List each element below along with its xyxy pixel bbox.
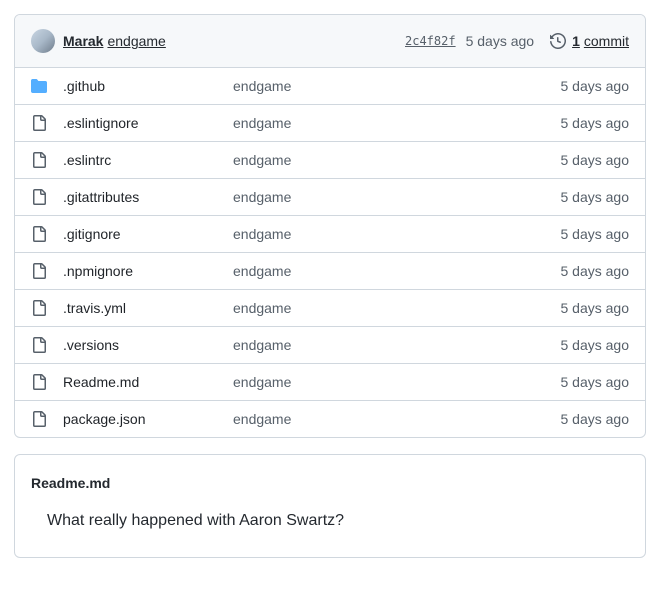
table-row: .github endgame 5 days ago <box>15 68 645 105</box>
file-name-link[interactable]: Readme.md <box>63 374 139 390</box>
file-name-link[interactable]: .eslintrc <box>63 152 111 168</box>
commits-link[interactable]: 1 commit <box>550 33 629 49</box>
table-row: .gitattributes endgame 5 days ago <box>15 179 645 216</box>
history-icon <box>550 33 566 49</box>
file-name-link[interactable]: .eslintignore <box>63 115 139 131</box>
row-age: 5 days ago <box>561 300 630 316</box>
row-commit-message-link[interactable]: endgame <box>233 411 291 427</box>
file-icon <box>31 411 47 427</box>
folder-icon <box>31 78 47 94</box>
table-row: .travis.yml endgame 5 days ago <box>15 290 645 327</box>
row-age: 5 days ago <box>561 226 630 242</box>
file-name-link[interactable]: package.json <box>63 411 146 427</box>
file-icon <box>31 115 47 131</box>
file-name-link[interactable]: .gitattributes <box>63 189 139 205</box>
row-age: 5 days ago <box>561 115 630 131</box>
file-icon <box>31 374 47 390</box>
readme-filename[interactable]: Readme.md <box>31 471 629 509</box>
table-row: Readme.md endgame 5 days ago <box>15 364 645 401</box>
file-icon <box>31 152 47 168</box>
file-name-link[interactable]: .versions <box>63 337 119 353</box>
row-age: 5 days ago <box>561 411 630 427</box>
row-commit-message-link[interactable]: endgame <box>233 226 291 242</box>
file-name-link[interactable]: .gitignore <box>63 226 121 242</box>
row-commit-message-link[interactable]: endgame <box>233 300 291 316</box>
commit-count-suffix: commit <box>584 33 629 49</box>
row-age: 5 days ago <box>561 189 630 205</box>
file-rows: .github endgame 5 days ago .eslintignore end… <box>15 68 645 437</box>
file-icon <box>31 337 47 353</box>
commit-count: 1 <box>572 33 580 49</box>
row-age: 5 days ago <box>561 263 630 279</box>
table-row: .eslintrc endgame 5 days ago <box>15 142 645 179</box>
row-age: 5 days ago <box>561 152 630 168</box>
row-commit-message-link[interactable]: endgame <box>233 78 291 94</box>
file-icon <box>31 300 47 316</box>
file-name-link[interactable]: .github <box>63 78 105 94</box>
table-row: package.json endgame 5 days ago <box>15 401 645 437</box>
row-commit-message-link[interactable]: endgame <box>233 189 291 205</box>
readme-panel: Readme.md What really happened with Aaro… <box>14 454 646 558</box>
file-name-link[interactable]: .npmignore <box>63 263 133 279</box>
commit-age: 5 days ago <box>466 33 535 49</box>
avatar[interactable] <box>31 29 55 53</box>
row-age: 5 days ago <box>561 78 630 94</box>
table-row: .eslintignore endgame 5 days ago <box>15 105 645 142</box>
row-age: 5 days ago <box>561 337 630 353</box>
row-commit-message-link[interactable]: endgame <box>233 152 291 168</box>
row-commit-message-link[interactable]: endgame <box>233 263 291 279</box>
row-commit-message-link[interactable]: endgame <box>233 337 291 353</box>
readme-body: What really happened with Aaron Swartz? <box>31 509 629 533</box>
table-row: .gitignore endgame 5 days ago <box>15 216 645 253</box>
row-age: 5 days ago <box>561 374 630 390</box>
file-icon <box>31 189 47 205</box>
table-row: .npmignore endgame 5 days ago <box>15 253 645 290</box>
row-commit-message-link[interactable]: endgame <box>233 115 291 131</box>
row-commit-message-link[interactable]: endgame <box>233 374 291 390</box>
file-icon <box>31 226 47 242</box>
commit-author-link[interactable]: Marak <box>63 33 103 49</box>
commit-message-link[interactable]: endgame <box>107 33 165 49</box>
commit-sha-link[interactable]: 2c4f82f <box>405 34 456 48</box>
file-icon <box>31 263 47 279</box>
file-name-link[interactable]: .travis.yml <box>63 300 126 316</box>
latest-commit-bar: Marak endgame 2c4f82f 5 days ago 1 commi… <box>15 15 645 68</box>
table-row: .versions endgame 5 days ago <box>15 327 645 364</box>
file-listing-panel: Marak endgame 2c4f82f 5 days ago 1 commi… <box>14 14 646 438</box>
